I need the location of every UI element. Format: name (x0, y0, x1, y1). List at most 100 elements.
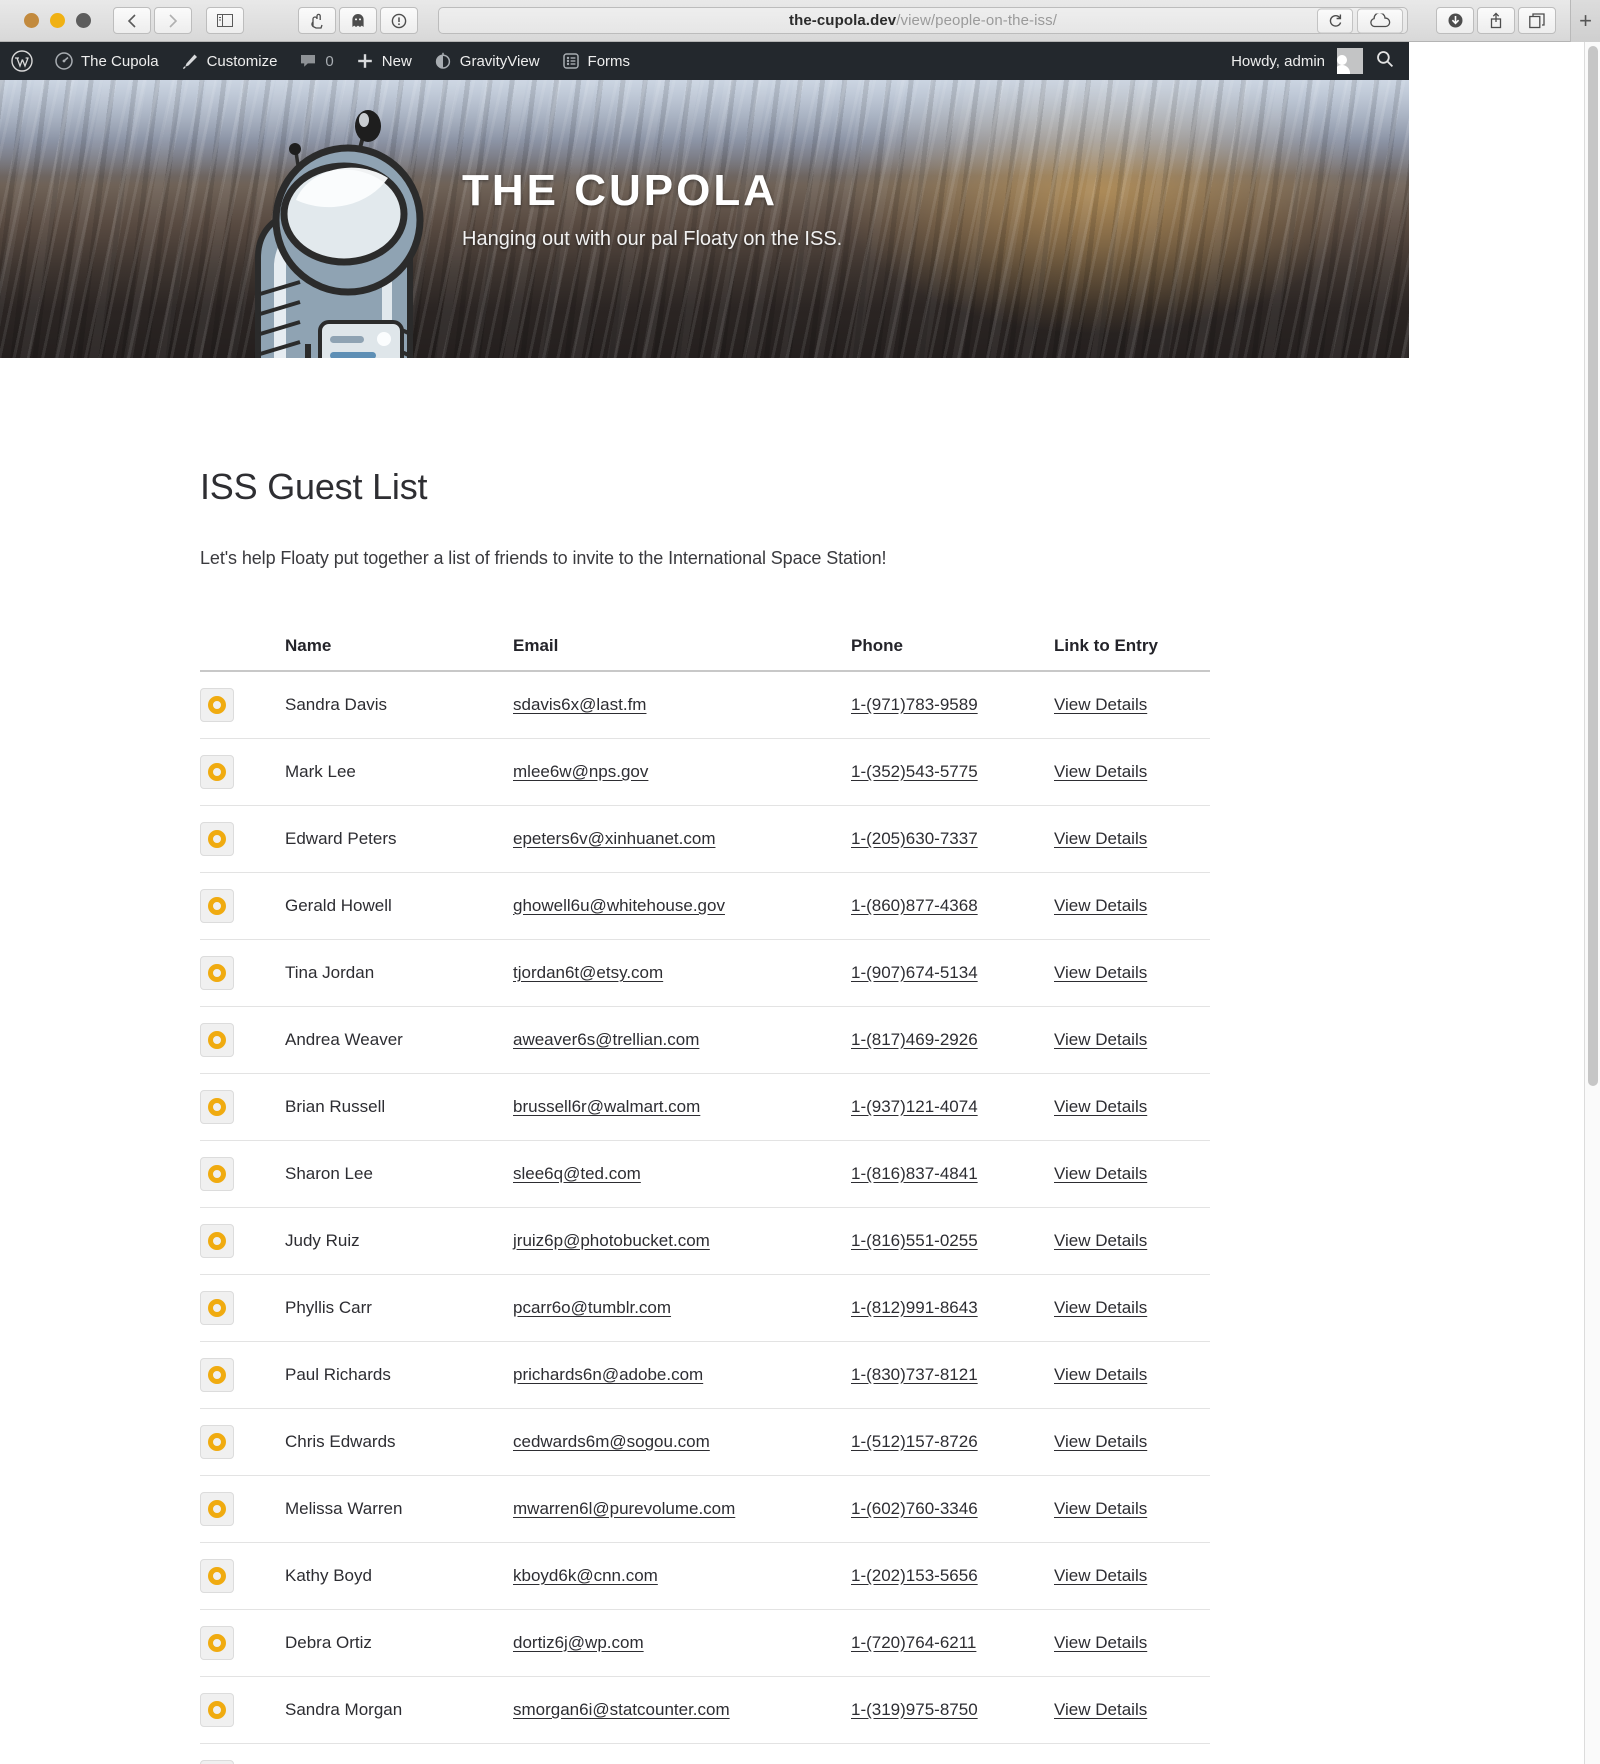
table-row: Sandra Davis sdavis6x@last.fm 1-(971)783-9… (200, 671, 1210, 739)
orange-ring-icon[interactable] (200, 1425, 234, 1459)
phone-link[interactable]: 1-(602)760-3346 (851, 1499, 978, 1518)
cell-phone: 1-(971)783-9589 (851, 671, 1054, 739)
view-details-link[interactable]: View Details (1054, 896, 1147, 915)
adminbar-item-forms[interactable]: Forms (551, 42, 642, 80)
sidebar-toggle-button[interactable] (206, 7, 244, 34)
email-link[interactable]: prichards6n@adobe.com (513, 1365, 703, 1384)
view-details-link[interactable]: View Details (1054, 1633, 1147, 1652)
email-link[interactable]: sdavis6x@last.fm (513, 695, 646, 714)
phone-link[interactable]: 1-(202)153-5656 (851, 1566, 978, 1585)
column-header-icon (200, 636, 285, 672)
email-link[interactable]: dortiz6j@wp.com (513, 1633, 644, 1652)
adminbar-item-label: GravityView (459, 52, 540, 70)
phone-link[interactable]: 1-(512)157-8726 (851, 1432, 978, 1451)
email-link[interactable]: jruiz6p@photobucket.com (513, 1231, 710, 1250)
view-details-link[interactable]: View Details (1054, 1700, 1147, 1719)
orange-ring-icon[interactable] (200, 755, 234, 789)
email-link[interactable]: ghowell6u@whitehouse.gov (513, 896, 725, 915)
email-link[interactable]: slee6q@ted.com (513, 1164, 641, 1183)
orange-ring-icon[interactable] (200, 1023, 234, 1057)
email-link[interactable]: pcarr6o@tumblr.com (513, 1298, 671, 1317)
email-link[interactable]: mlee6w@nps.gov (513, 762, 648, 781)
orange-ring-icon[interactable] (200, 1291, 234, 1325)
phone-link[interactable]: 1-(830)737-8121 (851, 1365, 978, 1384)
page-scrollbar-thumb[interactable] (1588, 46, 1598, 1086)
forward-button[interactable] (154, 7, 192, 34)
view-details-link[interactable]: View Details (1054, 1164, 1147, 1183)
view-details-link[interactable]: View Details (1054, 1432, 1147, 1451)
search-icon[interactable] (1375, 49, 1395, 73)
view-details-link[interactable]: View Details (1054, 1566, 1147, 1585)
phone-link[interactable]: 1-(860)877-4368 (851, 896, 978, 915)
avatar[interactable] (1337, 48, 1363, 74)
phone-link[interactable]: 1-(971)783-9589 (851, 695, 978, 714)
orange-ring-icon[interactable] (200, 889, 234, 923)
wordpress-logo-menu[interactable] (0, 42, 44, 80)
email-link[interactable]: tjordan6t@etsy.com (513, 963, 663, 982)
view-details-link[interactable]: View Details (1054, 1298, 1147, 1317)
ghostery-icon[interactable] (339, 7, 377, 34)
email-link[interactable]: brussell6r@walmart.com (513, 1097, 700, 1116)
orange-ring-icon[interactable] (200, 1358, 234, 1392)
tabs-overview-icon[interactable] (1518, 7, 1556, 34)
adblock-icon[interactable] (298, 7, 336, 34)
minimize-window-button[interactable] (50, 13, 65, 28)
adminbar-items: The Cupola Customize 0 New GravityView F… (44, 42, 641, 80)
cloud-icon[interactable] (1357, 8, 1403, 33)
adminbar-item-site[interactable]: The Cupola (44, 42, 170, 80)
reload-button[interactable] (1317, 8, 1353, 33)
adminbar-item-customize[interactable]: Customize (170, 42, 289, 80)
view-details-link[interactable]: View Details (1054, 1499, 1147, 1518)
orange-ring-icon[interactable] (200, 688, 234, 722)
view-details-link[interactable]: View Details (1054, 1030, 1147, 1049)
orange-ring-icon[interactable] (200, 1157, 234, 1191)
new-tab-button[interactable]: + (1570, 0, 1600, 42)
orange-ring-icon[interactable] (200, 1090, 234, 1124)
phone-link[interactable]: 1-(720)764-6211 (851, 1633, 976, 1652)
orange-ring-icon[interactable] (200, 1693, 234, 1727)
view-details-link[interactable]: View Details (1054, 963, 1147, 982)
maximize-window-button[interactable] (76, 13, 91, 28)
adminbar-item-gravityview[interactable]: GravityView (423, 42, 551, 80)
email-link[interactable]: cedwards6m@sogou.com (513, 1432, 710, 1451)
share-icon[interactable] (1477, 7, 1515, 34)
phone-link[interactable]: 1-(937)121-4074 (851, 1097, 978, 1116)
back-button[interactable] (113, 7, 151, 34)
page-scrollbar[interactable] (1584, 42, 1600, 1764)
view-details-link[interactable]: View Details (1054, 1365, 1147, 1384)
orange-ring-icon[interactable] (200, 1559, 234, 1593)
download-icon[interactable] (1436, 7, 1474, 34)
adminbar-item-comments[interactable]: 0 (288, 42, 344, 80)
view-details-link[interactable]: View Details (1054, 762, 1147, 781)
adminbar-item-new[interactable]: New (345, 42, 423, 80)
email-link[interactable]: smorgan6i@statcounter.com (513, 1700, 730, 1719)
phone-link[interactable]: 1-(812)991-8643 (851, 1298, 978, 1317)
extension-buttons (298, 7, 418, 34)
info-icon[interactable] (380, 7, 418, 34)
phone-link[interactable]: 1-(319)975-8750 (851, 1700, 978, 1719)
view-details-link[interactable]: View Details (1054, 1097, 1147, 1116)
view-details-link[interactable]: View Details (1054, 695, 1147, 714)
phone-link[interactable]: 1-(816)837-4841 (851, 1164, 978, 1183)
phone-link[interactable]: 1-(816)551-0255 (851, 1231, 978, 1250)
orange-ring-icon[interactable] (200, 1492, 234, 1526)
view-details-link[interactable]: View Details (1054, 829, 1147, 848)
phone-link[interactable]: 1-(205)630-7337 (851, 829, 978, 848)
phone-link[interactable]: 1-(352)543-5775 (851, 762, 978, 781)
address-bar[interactable]: the-cupola.dev/view/people-on-the-iss/ (438, 7, 1408, 34)
close-window-button[interactable] (24, 13, 39, 28)
orange-ring-icon[interactable] (200, 822, 234, 856)
orange-ring-icon[interactable] (200, 1224, 234, 1258)
email-link[interactable]: kboyd6k@cnn.com (513, 1566, 658, 1585)
email-link[interactable]: mwarren6l@purevolume.com (513, 1499, 735, 1518)
view-details-link[interactable]: View Details (1054, 1231, 1147, 1250)
orange-ring-icon[interactable] (200, 1760, 234, 1764)
phone-link[interactable]: 1-(817)469-2926 (851, 1030, 978, 1049)
site-title: THE CUPOLA (462, 166, 778, 215)
orange-ring-icon[interactable] (200, 956, 234, 990)
email-link[interactable]: epeters6v@xinhuanet.com (513, 829, 715, 848)
orange-ring-icon[interactable] (200, 1626, 234, 1660)
phone-link[interactable]: 1-(907)674-5134 (851, 963, 978, 982)
howdy-label[interactable]: Howdy, admin (1231, 53, 1325, 70)
email-link[interactable]: aweaver6s@trellian.com (513, 1030, 699, 1049)
